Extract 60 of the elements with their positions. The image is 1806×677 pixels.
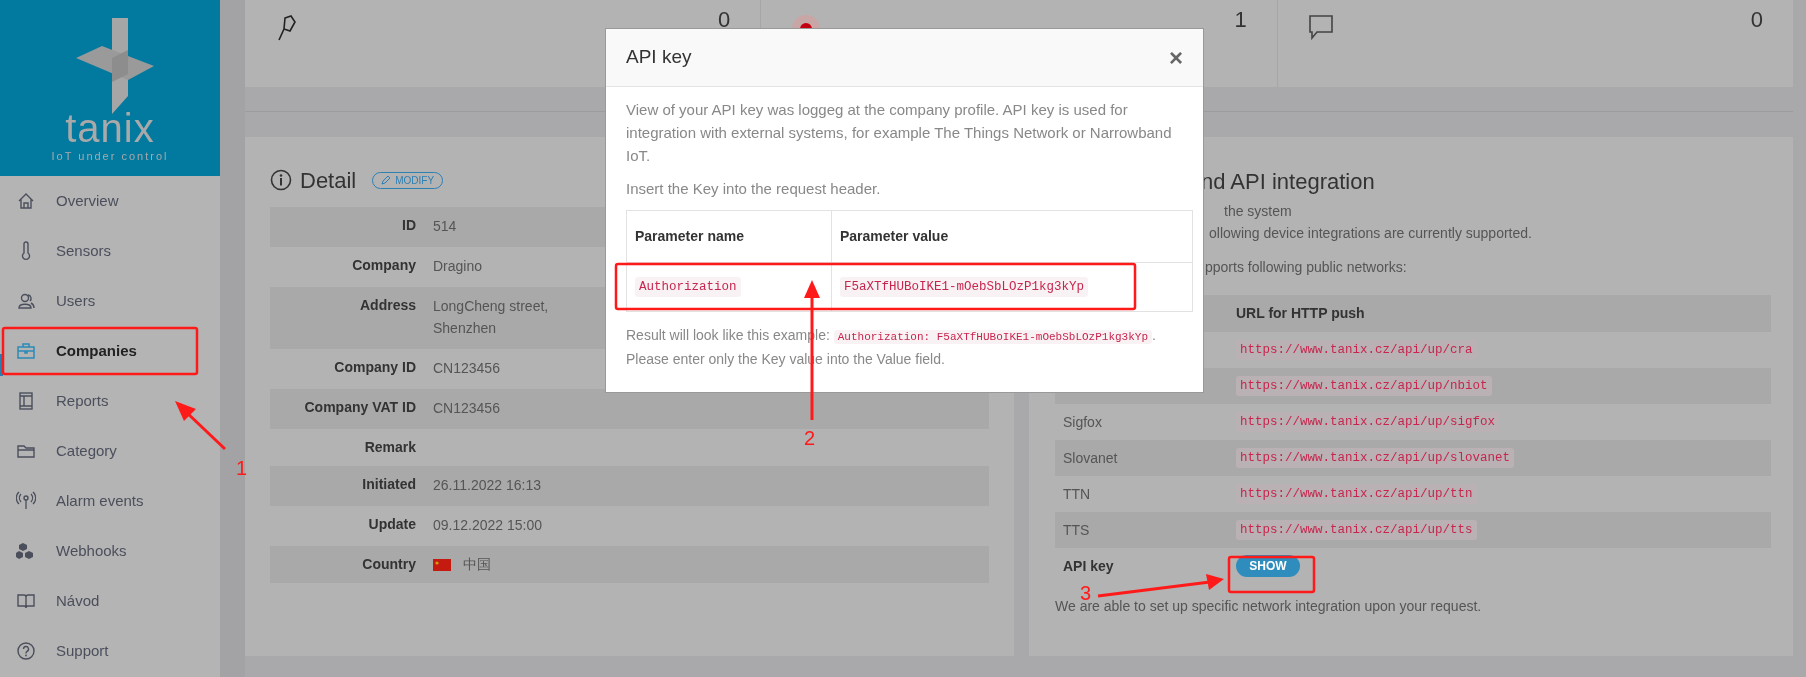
column-header: Parameter name bbox=[627, 211, 832, 262]
api-key-label: API key bbox=[1062, 556, 1115, 576]
column-header: URL for HTTP push bbox=[1236, 304, 1365, 323]
stat-value: 0 bbox=[718, 8, 731, 32]
network-name: Sigfox bbox=[1062, 412, 1103, 432]
logo-text: tanix bbox=[65, 110, 155, 146]
annotation-number: 3 bbox=[1080, 583, 1092, 603]
sidebar-item[interactable]: Webhooks bbox=[0, 526, 220, 576]
field-value: CN123456 bbox=[433, 359, 500, 378]
url-code: https://www.tanix.cz/api/up/ttn bbox=[1236, 483, 1477, 505]
annotation-number: 2 bbox=[804, 428, 816, 448]
parameter-code: Authorization bbox=[635, 276, 741, 298]
field-label: Company VAT ID bbox=[303, 399, 417, 416]
show-button[interactable]: SHOW bbox=[1236, 555, 1300, 577]
modal-text: View of your API key was loggeg at the company profile. API key is used for integration with external systems, for example The Things Network or Narrowband IoT. bbox=[626, 100, 1173, 166]
stat-value: 0 bbox=[1750, 8, 1763, 32]
sidebar-item[interactable]: Sensors bbox=[0, 226, 220, 276]
field-value: Dragino bbox=[433, 257, 483, 276]
sidebar-item[interactable]: Alarm events bbox=[0, 476, 220, 526]
network-name: Slovanet bbox=[1062, 448, 1119, 468]
sidebar-item[interactable]: Reports bbox=[0, 376, 220, 426]
body-text: the system bbox=[1224, 202, 1293, 221]
stat-value: 1 bbox=[1234, 8, 1247, 32]
url-code: https://www.tanix.cz/api/up/sigfox bbox=[1236, 411, 1500, 433]
card-title: Detail bbox=[300, 166, 357, 195]
modal-text: Insert the Key into the request header. bbox=[626, 179, 882, 199]
modal-title: API key bbox=[626, 45, 692, 70]
logo-tagline: IoT under control bbox=[51, 149, 169, 164]
field-value: LongCheng street, Shenzhen bbox=[433, 297, 549, 338]
network-name: TTS bbox=[1062, 520, 1091, 540]
field-label: ID bbox=[401, 217, 417, 234]
field-value: 26.11.2022 16:13 bbox=[433, 476, 541, 495]
field-label: Company bbox=[351, 257, 417, 274]
sidebar-item[interactable]: Overview bbox=[0, 176, 220, 226]
sidebar-item[interactable]: Návod bbox=[0, 576, 220, 626]
field-label: Country bbox=[361, 556, 417, 573]
field-value: 09.12.2022 15:00 bbox=[433, 516, 542, 535]
sidebar-item[interactable]: Category bbox=[0, 426, 220, 476]
field-label: Initiated bbox=[361, 476, 417, 493]
field-label: Company ID bbox=[333, 359, 417, 376]
field-value: 514 bbox=[433, 217, 457, 236]
url-code: https://www.tanix.cz/api/up/slovanet bbox=[1236, 447, 1515, 469]
field-value: 中国 bbox=[463, 556, 491, 573]
field-label: Remark bbox=[363, 439, 417, 456]
network-name: TTN bbox=[1062, 484, 1092, 504]
url-code: https://www.tanix.cz/api/up/tts bbox=[1236, 519, 1477, 541]
url-code: https://www.tanix.cz/api/up/nbiot bbox=[1236, 375, 1492, 397]
field-label: Address bbox=[358, 297, 417, 314]
field-value: CN123456 bbox=[433, 399, 500, 418]
url-code: https://www.tanix.cz/api/up/cra bbox=[1236, 339, 1477, 361]
annotation-number: 1 bbox=[236, 458, 248, 478]
body-text: pports following public networks: bbox=[1205, 258, 1408, 277]
column-header: Parameter value bbox=[839, 227, 950, 246]
field-label: Update bbox=[367, 516, 417, 533]
parameter-code: F5aXTfHUBoIKE1-mOebSbLOzP1kg3kYp bbox=[840, 276, 1089, 298]
sidebar-item[interactable]: Users bbox=[0, 276, 220, 326]
sidebar-item[interactable]: Companies bbox=[0, 326, 220, 376]
sidebar-item[interactable]: Support bbox=[0, 626, 220, 676]
body-text: ollowing device integrations are currently supported. bbox=[1209, 224, 1533, 243]
close-button[interactable]: × bbox=[1169, 45, 1183, 70]
